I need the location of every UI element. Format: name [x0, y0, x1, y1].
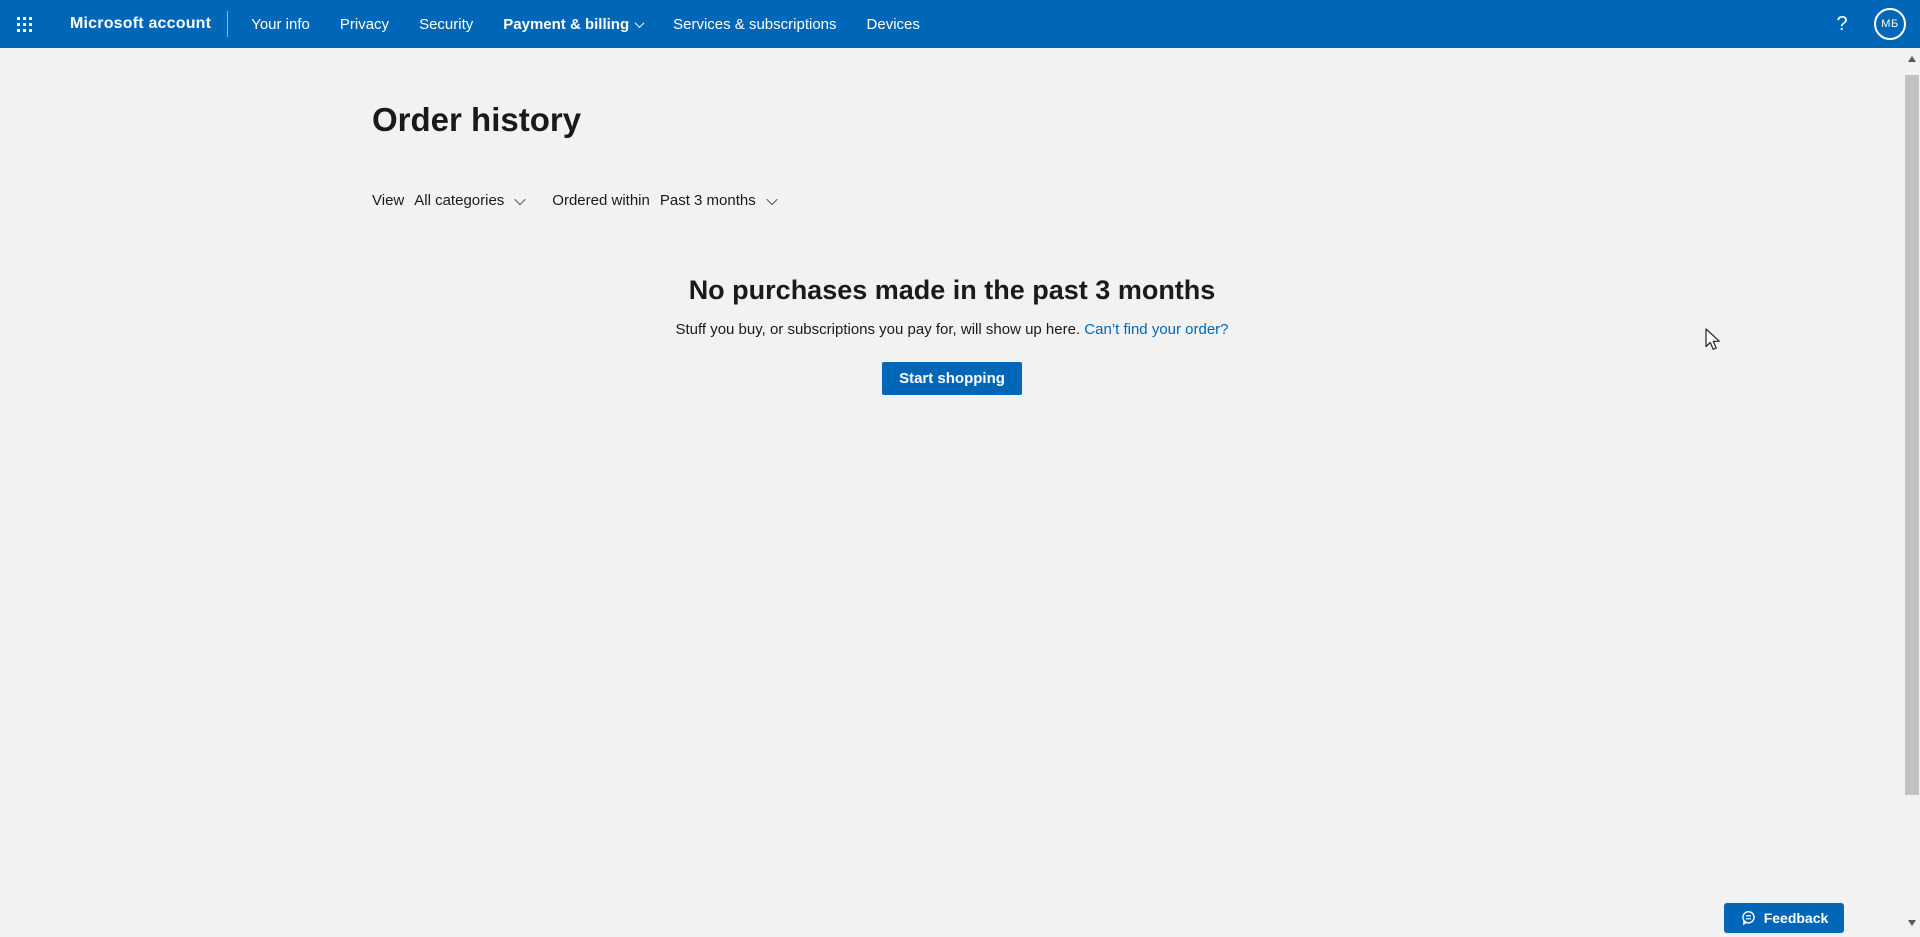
nav-label: Security	[419, 15, 474, 33]
chevron-down-icon	[634, 17, 645, 28]
scrollbar-up-arrow[interactable]	[1903, 50, 1920, 67]
nav-item-devices[interactable]: Devices	[852, 0, 935, 48]
vertical-scrollbar[interactable]	[1903, 48, 1920, 937]
empty-state-description: Stuff you buy, or subscriptions you pay …	[372, 321, 1532, 338]
main-content: Order history View All categories Ordere…	[0, 48, 1903, 395]
nav-label: Payment & billing	[503, 15, 630, 33]
app-launcher-button[interactable]	[0, 0, 48, 48]
header-right-group: ? МБ	[1830, 8, 1920, 40]
view-filter-value: All categories	[414, 192, 505, 209]
chevron-down-icon	[766, 193, 778, 205]
nav-item-your-info[interactable]: Your info	[236, 0, 325, 48]
feedback-bubble-icon	[1741, 910, 1755, 925]
avatar[interactable]: МБ	[1874, 8, 1906, 40]
scrollbar-thumb[interactable]	[1904, 75, 1919, 795]
view-filter-dropdown[interactable]: All categories	[414, 192, 526, 209]
empty-state: No purchases made in the past 3 months S…	[372, 275, 1532, 395]
ordered-within-value: Past 3 months	[659, 192, 756, 209]
avatar-initials: МБ	[1881, 18, 1899, 30]
waffle-icon	[16, 16, 32, 32]
nav-label: Privacy	[339, 15, 390, 33]
start-shopping-button[interactable]: Start shopping	[882, 362, 1022, 395]
nav-label: Your info	[251, 15, 310, 33]
feedback-button[interactable]: Feedback	[1724, 903, 1844, 933]
nav-item-payment-billing[interactable]: Payment & billing	[488, 0, 658, 48]
nav-label: Devices	[866, 15, 920, 33]
feedback-label: Feedback	[1763, 910, 1829, 926]
view-filter-label: View	[372, 192, 405, 209]
header-divider	[227, 11, 229, 37]
cant-find-order-link[interactable]: Can’t find your order?	[1084, 321, 1228, 338]
nav-item-privacy[interactable]: Privacy	[325, 0, 404, 48]
scrollbar-down-arrow[interactable]	[1903, 914, 1920, 931]
empty-state-text: Stuff you buy, or subscriptions you pay …	[675, 321, 1081, 338]
ordered-within-dropdown[interactable]: Past 3 months	[659, 192, 778, 209]
brand-title[interactable]: Microsoft account	[70, 15, 211, 33]
top-app-bar: Microsoft account Your info Privacy Secu…	[0, 0, 1920, 48]
chevron-down-icon	[514, 193, 526, 205]
empty-state-title: No purchases made in the past 3 months	[688, 275, 1216, 305]
nav-item-services-subscriptions[interactable]: Services & subscriptions	[658, 0, 851, 48]
nav-item-security[interactable]: Security	[404, 0, 488, 48]
page-title: Order history	[372, 101, 582, 138]
nav-label: Services & subscriptions	[673, 15, 837, 33]
filters-row: View All categories Ordered within Past …	[372, 192, 1532, 209]
help-icon[interactable]: ?	[1830, 13, 1854, 36]
ordered-within-label: Ordered within	[552, 192, 650, 209]
primary-nav: Your info Privacy Security Payment & bil…	[236, 0, 935, 48]
